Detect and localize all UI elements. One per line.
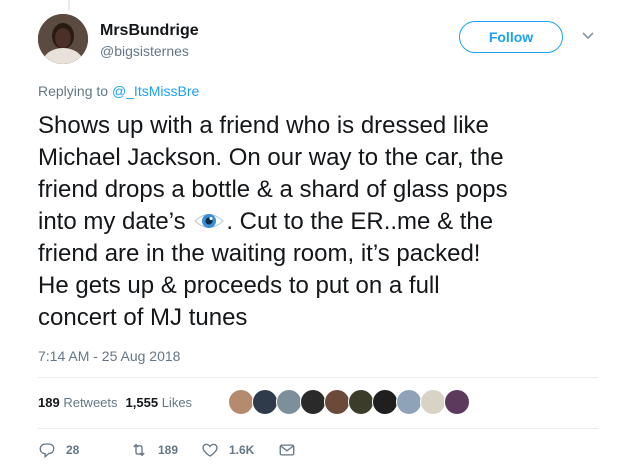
like-count: 1.6K [229,443,255,457]
liker-avatar[interactable] [300,389,326,415]
liker-avatar[interactable] [348,389,374,415]
like-action[interactable]: 1.6K [201,441,254,459]
envelope-icon[interactable] [278,441,296,459]
replying-to: Replying to @_ItsMissBre [38,83,199,99]
heart-icon[interactable] [201,441,219,459]
eye-icon [194,214,225,228]
follow-button[interactable]: Follow [459,21,563,53]
liker-avatar[interactable] [444,389,470,415]
tweet-header: MrsBundrige @bigsisternes Follow [38,14,598,70]
thread-connector-line [68,0,70,10]
liker-avatar[interactable] [276,389,302,415]
retweet-icon[interactable] [130,441,148,459]
liker-avatar[interactable] [324,389,350,415]
liker-avatar[interactable] [252,389,278,415]
reply-count: 28 [66,443,80,457]
divider-bottom [38,428,598,429]
liker-avatar[interactable] [228,389,254,415]
reply-to-handle-link[interactable]: @_ItsMissBre [112,83,199,99]
retweets-label[interactable]: Retweets [63,395,117,410]
reply-icon[interactable] [38,441,56,459]
likes-count[interactable]: 1,555 [126,395,159,410]
retweet-count: 189 [158,443,179,457]
user-handle[interactable]: @bigsisternes [100,43,189,59]
chevron-down-icon[interactable] [581,29,595,43]
liker-avatar[interactable] [420,389,446,415]
divider-top [38,377,598,378]
tweet-stats: 189 Retweets 1,555 Likes [38,395,192,410]
tweet-text: Shows up with a friend who is dressed li… [38,110,598,334]
display-name[interactable]: MrsBundrige [100,22,199,40]
liker-avatar[interactable] [372,389,398,415]
tweet-timestamp[interactable]: 7:14 AM - 25 Aug 2018 [38,348,180,364]
retweet-action[interactable]: 189 [130,441,178,459]
direct-message-action[interactable] [278,441,296,459]
liker-avatar[interactable] [396,389,422,415]
avatar[interactable] [38,14,88,64]
reply-action[interactable]: 28 [38,441,79,459]
likes-label[interactable]: Likes [162,395,192,410]
retweets-count[interactable]: 189 [38,395,60,410]
replying-to-prefix: Replying to [38,83,112,99]
